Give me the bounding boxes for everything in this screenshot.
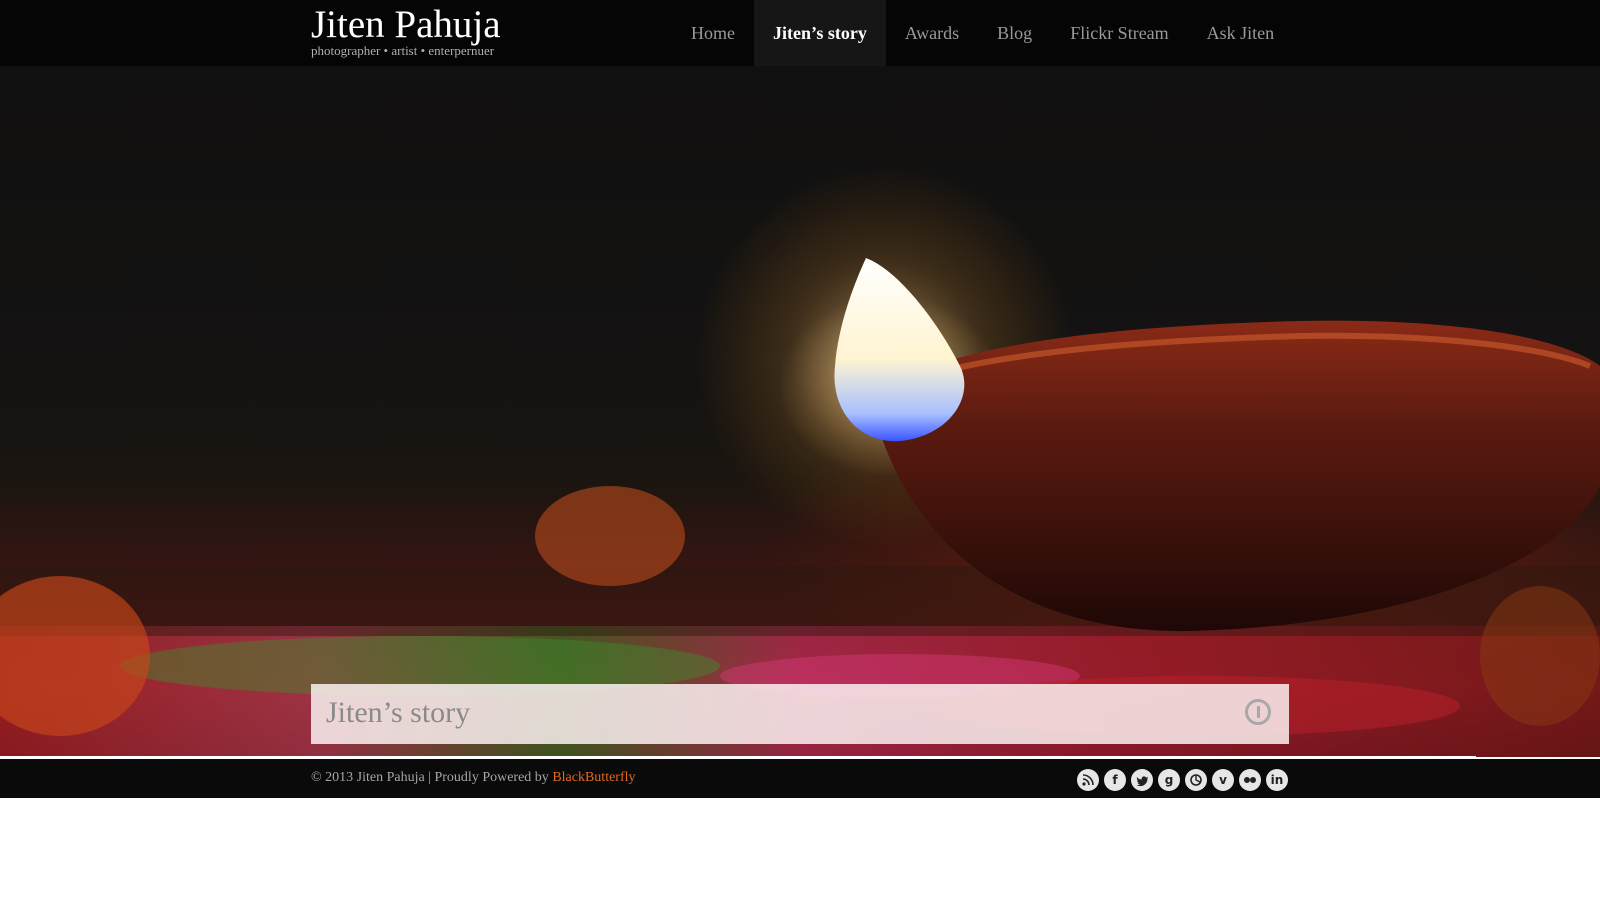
pause-icon[interactable] [1245, 699, 1271, 725]
site-header: Jiten Pahuja photographer • artist • ent… [0, 0, 1600, 66]
nav-item-flickr-stream[interactable]: Flickr Stream [1051, 0, 1187, 66]
rss-icon[interactable] [1077, 769, 1099, 791]
nav-item-jitens-story[interactable]: Jiten’s story [754, 0, 886, 66]
vimeo-icon[interactable]: v [1212, 769, 1234, 791]
nav-item-home[interactable]: Home [672, 0, 754, 66]
footer-blackbutterfly-link[interactable]: BlackButterfly [552, 770, 635, 785]
slide-caption: Jiten’s story [311, 684, 1289, 744]
footer-copyright-text: © 2013 Jiten Pahuja | Proudly Powered by [311, 770, 549, 785]
linkedin-icon[interactable]: in [1266, 769, 1288, 791]
nav-item-awards[interactable]: Awards [886, 0, 978, 66]
picasa-icon[interactable] [1185, 769, 1207, 791]
nav-item-ask-jiten[interactable]: Ask Jiten [1188, 0, 1294, 66]
twitter-icon[interactable] [1131, 769, 1153, 791]
google-plus-icon[interactable]: g [1158, 769, 1180, 791]
site-title[interactable]: Jiten Pahuja [311, 2, 501, 48]
main-nav: Home Jiten’s story Awards Blog Flickr St… [672, 0, 1293, 66]
site-footer: © 2013 Jiten Pahuja | Proudly Powered by… [0, 759, 1600, 798]
footer-copyright: © 2013 Jiten Pahuja | Proudly Powered by… [311, 769, 636, 787]
hero-photo-diya [0, 166, 1600, 757]
site-tagline: photographer • artist • enterpernuer [311, 43, 495, 58]
social-links: f g v in [1077, 769, 1288, 791]
hero-slideshow [0, 66, 1600, 757]
facebook-icon[interactable]: f [1104, 769, 1126, 791]
nav-item-blog[interactable]: Blog [978, 0, 1051, 66]
flickr-icon[interactable] [1239, 769, 1261, 791]
slide-caption-title: Jiten’s story [326, 696, 471, 729]
